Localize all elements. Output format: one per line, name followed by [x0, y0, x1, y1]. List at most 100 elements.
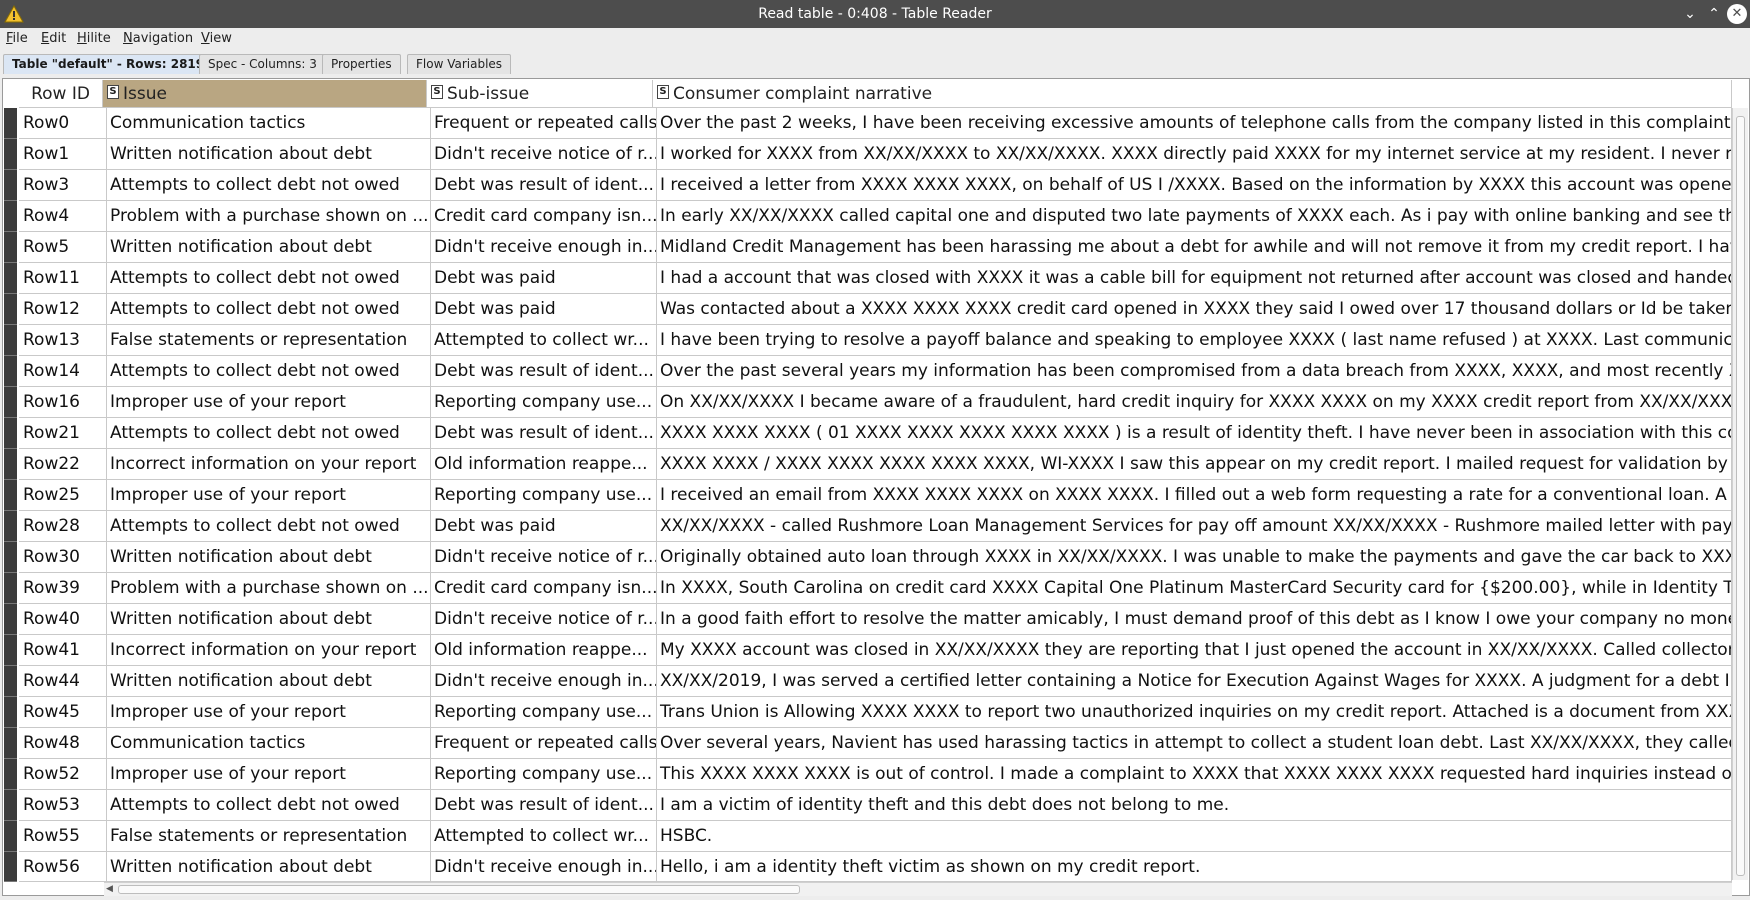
- menu-hilite[interactable]: Hilite: [77, 28, 111, 50]
- table-row[interactable]: Row56 Written notification about debt Didn…: [4, 852, 1732, 882]
- cell-narrative[interactable]: I received a letter from XXXX XXXX XXXX,…: [657, 170, 1732, 201]
- cell-row-id[interactable]: Row48: [19, 728, 107, 759]
- table-row[interactable]: Row4 Problem with a purchase shown on ...…: [4, 201, 1732, 232]
- cell-row-id[interactable]: Row22: [19, 449, 107, 480]
- table-row[interactable]: Row45 Improper use of your report Reportin…: [4, 697, 1732, 728]
- tab-flow-variables[interactable]: Flow Variables: [407, 54, 512, 74]
- table-row[interactable]: Row48 Communication tactics Frequent or re…: [4, 728, 1732, 759]
- menu-file[interactable]: File: [6, 28, 28, 50]
- vertical-scrollbar[interactable]: [1732, 108, 1748, 880]
- cell-narrative[interactable]: Was contacted about a XXXX XXXX XXXX cre…: [657, 294, 1732, 325]
- cell-narrative[interactable]: This XXXX XXXX XXXX is out of control. I…: [657, 759, 1732, 790]
- cell-narrative[interactable]: In a good faith effort to resolve the ma…: [657, 604, 1732, 635]
- table-row[interactable]: Row5 Written notification about debt Didn'…: [4, 232, 1732, 263]
- minimize-icon[interactable]: ⌄: [1680, 4, 1700, 24]
- cell-row-id[interactable]: Row40: [19, 604, 107, 635]
- cell-issue[interactable]: Written notification about debt: [107, 666, 431, 697]
- vertical-scroll-thumb[interactable]: [1736, 116, 1745, 876]
- menu-navigation[interactable]: Navigation: [123, 28, 193, 50]
- cell-row-id[interactable]: Row30: [19, 542, 107, 573]
- cell-sub-issue[interactable]: Debt was result of ident...: [431, 170, 657, 201]
- cell-row-id[interactable]: Row13: [19, 325, 107, 356]
- cell-row-id[interactable]: Row11: [19, 263, 107, 294]
- cell-issue[interactable]: Attempts to collect debt not owed: [107, 511, 431, 542]
- table-row[interactable]: Row22 Incorrect information on your repor…: [4, 449, 1732, 480]
- cell-row-id[interactable]: Row21: [19, 418, 107, 449]
- cell-narrative[interactable]: On XX/XX/XXXX I became aware of a fraudu…: [657, 387, 1732, 418]
- table-row[interactable]: Row39 Problem with a purchase shown on ..…: [4, 573, 1732, 604]
- maximize-icon[interactable]: ⌃: [1704, 4, 1724, 24]
- cell-issue[interactable]: False statements or representation: [107, 325, 431, 356]
- tab-spec-columns[interactable]: Spec - Columns: 3: [199, 54, 326, 74]
- scroll-left-icon[interactable]: ◀: [106, 884, 113, 894]
- cell-sub-issue[interactable]: Didn't receive notice of r...: [431, 139, 657, 170]
- cell-sub-issue[interactable]: Debt was result of ident...: [431, 356, 657, 387]
- cell-issue[interactable]: Attempts to collect debt not owed: [107, 263, 431, 294]
- table-row[interactable]: Row28 Attempts to collect debt not owed De…: [4, 511, 1732, 542]
- cell-narrative[interactable]: Trans Union is Allowing XXXX XXXX to rep…: [657, 697, 1732, 728]
- cell-sub-issue[interactable]: Old information reappe...: [431, 449, 657, 480]
- cell-sub-issue[interactable]: Didn't receive enough in...: [431, 852, 657, 882]
- table-row[interactable]: Row14 Attempts to collect debt not owed De…: [4, 356, 1732, 387]
- cell-sub-issue[interactable]: Didn't receive notice of r...: [431, 604, 657, 635]
- cell-row-id[interactable]: Row5: [19, 232, 107, 263]
- table-row[interactable]: Row3 Attempts to collect debt not owed Deb…: [4, 170, 1732, 201]
- cell-narrative[interactable]: I had a account that was closed with XXX…: [657, 263, 1732, 294]
- cell-sub-issue[interactable]: Reporting company use...: [431, 759, 657, 790]
- cell-issue[interactable]: Attempts to collect debt not owed: [107, 294, 431, 325]
- cell-narrative[interactable]: XXXX XXXX / XXXX XXXX XXXX XXXX XXXX, WI…: [657, 449, 1732, 480]
- header-issue[interactable]: S Issue: [103, 80, 427, 108]
- table-row[interactable]: Row25 Improper use of your report Reportin…: [4, 480, 1732, 511]
- cell-row-id[interactable]: Row25: [19, 480, 107, 511]
- tab-table-default[interactable]: Table "default" - Rows: 28192: [3, 54, 222, 74]
- cell-narrative[interactable]: Originally obtained auto loan through XX…: [657, 542, 1732, 573]
- cell-sub-issue[interactable]: Didn't receive enough in...: [431, 232, 657, 263]
- cell-sub-issue[interactable]: Frequent or repeated calls: [431, 728, 657, 759]
- cell-row-id[interactable]: Row14: [19, 356, 107, 387]
- cell-narrative[interactable]: I am a victim of identity theft and this…: [657, 790, 1732, 821]
- cell-narrative[interactable]: Over the past 2 weeks, I have been recei…: [657, 108, 1732, 139]
- horizontal-scroll-thumb[interactable]: [118, 885, 800, 894]
- table-row[interactable]: Row21 Attempts to collect debt not owed De…: [4, 418, 1732, 449]
- cell-sub-issue[interactable]: Attempted to collect wr...: [431, 821, 657, 852]
- cell-sub-issue[interactable]: Debt was paid: [431, 294, 657, 325]
- cell-sub-issue[interactable]: Reporting company use...: [431, 697, 657, 728]
- table-row[interactable]: Row13 False statements or representation A…: [4, 325, 1732, 356]
- cell-issue[interactable]: Communication tactics: [107, 728, 431, 759]
- cell-narrative[interactable]: I have been trying to resolve a payoff b…: [657, 325, 1732, 356]
- cell-issue[interactable]: Attempts to collect debt not owed: [107, 790, 431, 821]
- cell-narrative[interactable]: XX/XX/2019, I was served a certified let…: [657, 666, 1732, 697]
- table-row[interactable]: Row53 Attempts to collect debt not owed De…: [4, 790, 1732, 821]
- table-row[interactable]: Row52 Improper use of your report Reportin…: [4, 759, 1732, 790]
- table-row[interactable]: Row16 Improper use of your report Reportin…: [4, 387, 1732, 418]
- cell-row-id[interactable]: Row4: [19, 201, 107, 232]
- cell-row-id[interactable]: Row39: [19, 573, 107, 604]
- cell-issue[interactable]: Written notification about debt: [107, 852, 431, 882]
- table-row[interactable]: Row1 Written notification about debt Didn'…: [4, 139, 1732, 170]
- cell-row-id[interactable]: Row45: [19, 697, 107, 728]
- cell-row-id[interactable]: Row16: [19, 387, 107, 418]
- cell-narrative[interactable]: XX/XX/XXXX - called Rushmore Loan Manage…: [657, 511, 1732, 542]
- cell-row-id[interactable]: Row12: [19, 294, 107, 325]
- cell-issue[interactable]: Improper use of your report: [107, 759, 431, 790]
- cell-row-id[interactable]: Row56: [19, 852, 107, 882]
- cell-narrative[interactable]: I worked for XXXX from XX/XX/XXXX to XX/…: [657, 139, 1732, 170]
- cell-issue[interactable]: Improper use of your report: [107, 480, 431, 511]
- cell-issue[interactable]: Attempts to collect debt not owed: [107, 356, 431, 387]
- cell-issue[interactable]: Attempts to collect debt not owed: [107, 418, 431, 449]
- cell-row-id[interactable]: Row1: [19, 139, 107, 170]
- cell-row-id[interactable]: Row53: [19, 790, 107, 821]
- cell-issue[interactable]: Written notification about debt: [107, 604, 431, 635]
- table-row[interactable]: Row12 Attempts to collect debt not owed De…: [4, 294, 1732, 325]
- cell-sub-issue[interactable]: Debt was paid: [431, 263, 657, 294]
- cell-sub-issue[interactable]: Old information reappe...: [431, 635, 657, 666]
- cell-row-id[interactable]: Row3: [19, 170, 107, 201]
- cell-sub-issue[interactable]: Reporting company use...: [431, 480, 657, 511]
- cell-row-id[interactable]: Row28: [19, 511, 107, 542]
- cell-issue[interactable]: Written notification about debt: [107, 139, 431, 170]
- cell-issue[interactable]: Improper use of your report: [107, 697, 431, 728]
- cell-narrative[interactable]: My XXXX account was closed in XX/XX/XXXX…: [657, 635, 1732, 666]
- cell-row-id[interactable]: Row41: [19, 635, 107, 666]
- menu-view[interactable]: View: [201, 28, 232, 50]
- cell-issue[interactable]: Improper use of your report: [107, 387, 431, 418]
